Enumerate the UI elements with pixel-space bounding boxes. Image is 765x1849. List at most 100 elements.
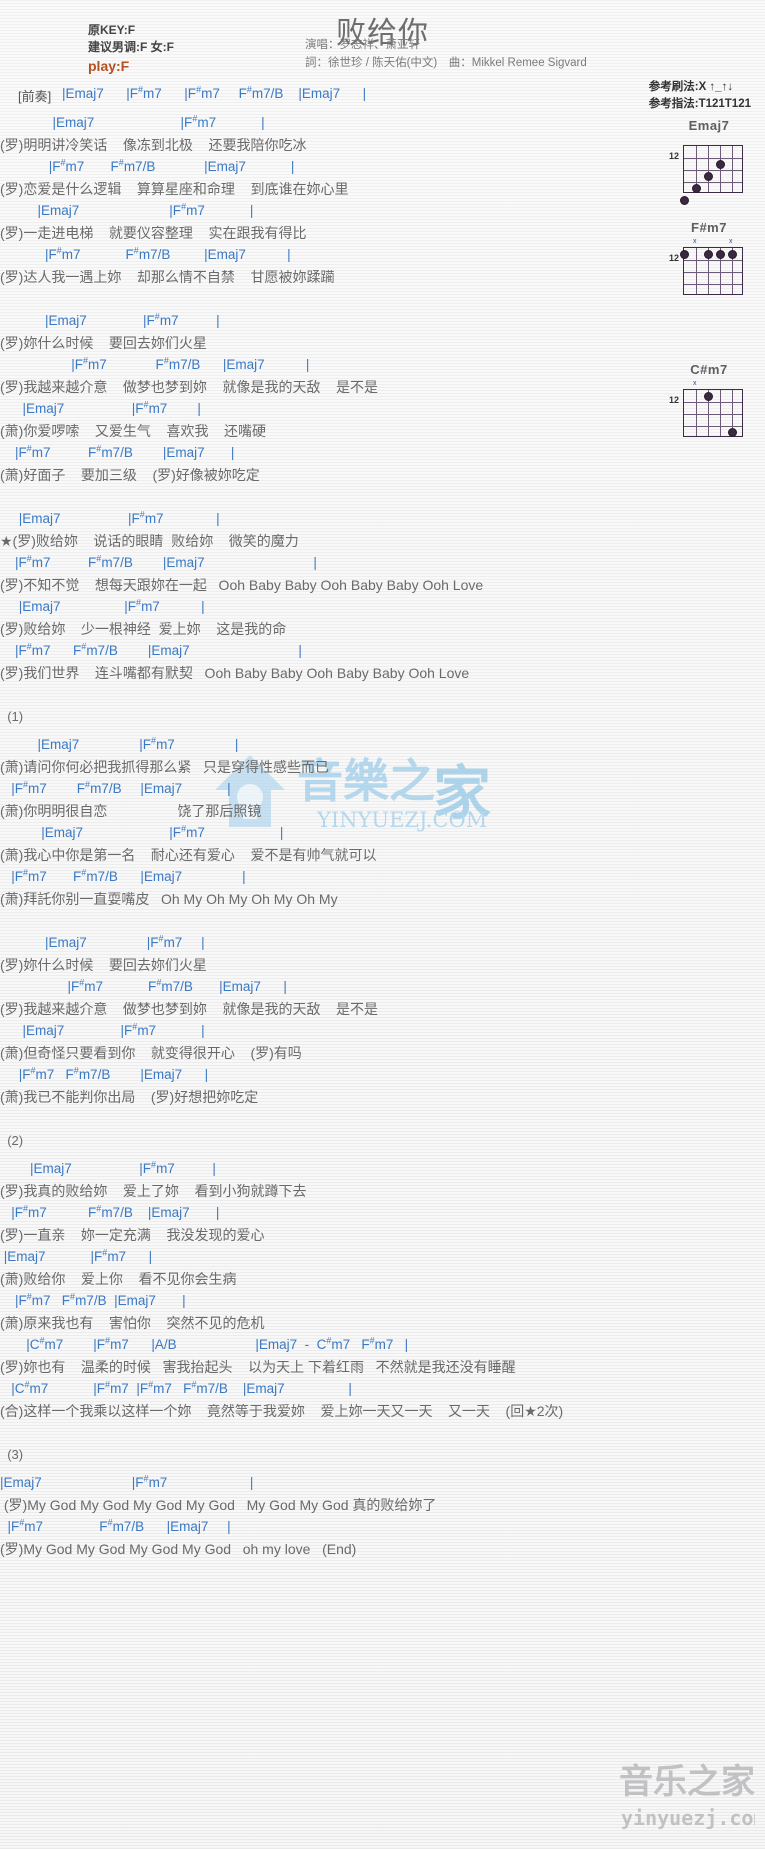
lyric-line: (罗)我真的败给妳 爱上了妳 看到小狗就蹲下去: [0, 1183, 307, 1199]
lyric-line: (罗)My God My God My God My God oh my lov…: [0, 1541, 357, 1557]
singer-credit: 演唱：罗志祥、萧亚轩: [305, 39, 420, 51]
fret-number: 12: [669, 395, 680, 405]
fret-string-line: [720, 390, 721, 436]
lyric-line: (罗)我越来越介意 做梦也梦到妳 就像是我的天敌 是不是: [0, 1001, 378, 1017]
section-verse1: |Emaj7 |F#m7 | (罗)明明讲冷笑话 像冻到北极 还要我陪你吃冰 |F…: [0, 112, 765, 288]
finger-dot: [679, 195, 689, 205]
fret-bar-line: [684, 414, 742, 415]
chord-line: |Emaj7 |F#m7 |: [0, 201, 254, 218]
chord-line: |Emaj7 |F#m7 |: [0, 597, 205, 614]
play-key: play:F: [88, 58, 130, 74]
chord-line: |F#m7 F#m7/B |Emaj7 |: [0, 245, 291, 262]
lyric-line: (罗)达人我一遇上妳 却那么情不自禁 甘愿被妳蹂躏: [0, 269, 335, 285]
chord-line: |F#m7 F#m7/B |Emaj7 |: [0, 977, 287, 994]
lyric-line: (罗)一直亲 妳一定充满 我没发现的爱心: [0, 1227, 265, 1243]
fret-string-line: [696, 248, 697, 294]
chord-line: |F#m7 F#m7/B |Emaj7 |: [0, 779, 231, 796]
lyric-line: (罗)不知不觉 想每天跟妳在一起 Ooh Baby Baby Ooh Baby …: [0, 577, 484, 593]
strum-reference: 参考刷法:X ↑_↑↓: [648, 81, 734, 93]
lyric-line: (罗)妳什么时候 要回去妳们火星: [0, 957, 207, 973]
section-part1b: |Emaj7 |F#m7 | (罗)妳什么时候 要回去妳们火星 |F#m7 F#m…: [0, 932, 765, 1108]
chord-line: |C#m7 |F#m7 |F#m7 F#m7/B |Emaj7 |: [0, 1379, 352, 1396]
finger-dot: [727, 249, 737, 259]
fret-bar-line: [684, 426, 742, 427]
lyric-line: (罗)恋爱是什么逻辑 算算星座和命理 到底谁在妳心里: [0, 181, 349, 197]
finger-dot: [715, 249, 725, 259]
lyric-line: (罗)My God My God My God My God My God My…: [0, 1497, 437, 1513]
chord-line: |Emaj7 |F#m7 |: [0, 1159, 216, 1176]
chord-line: |F#m7 F#m7/B |Emaj7 |: [0, 641, 302, 658]
fret-bar-line: [684, 158, 742, 159]
lyric-line: (萧)你明明很自恋 饶了那后照镜: [0, 803, 262, 819]
lyric-line: (罗)一走进电梯 就要仪容整理 实在跟我有得比: [0, 225, 307, 241]
lyric-line: (萧)原来我也有 害怕你 突然不见的危机: [0, 1315, 265, 1331]
finger-dot: [679, 249, 689, 259]
muted-string-marks: xx: [683, 238, 743, 247]
fret-number: 12: [669, 151, 680, 161]
lyric-line: (萧)拜託你别一直耍嘴皮 Oh My Oh My Oh My Oh My: [0, 891, 338, 907]
lyric-line: ★(罗)败给妳 说话的眼睛 败给妳 微笑的魔力: [0, 533, 299, 549]
chord-diagram-Emaj7: Emaj7 12: [661, 118, 757, 205]
chord-line: |Emaj7 |F#m7 |: [0, 311, 220, 328]
section-marker: (1): [0, 709, 24, 724]
lyric-line: (萧)好面子 要加三级 (罗)好像被妳吃定: [0, 467, 260, 483]
section-part1: (1) |Emaj7 |F#m7 | (萧)请问你何必把我抓得那么紧 只是穿得性感…: [0, 706, 765, 910]
chord-fret-grid: [679, 247, 743, 295]
fret-number: 12: [669, 253, 680, 263]
finger-reference: 参考指法:T121T121: [648, 98, 751, 110]
chord-line: |F#m7 F#m7/B |Emaj7 |: [0, 1203, 220, 1220]
section-marker: (3): [0, 1447, 24, 1462]
lyric-line: (萧)你爱啰嗦 又爱生气 喜欢我 还嘴硬: [0, 423, 266, 439]
chord-line: |Emaj7 |F#m7 |: [0, 1021, 205, 1038]
section-part3: (3) |Emaj7 |F#m7 | (罗)My God My God My Go…: [0, 1444, 765, 1560]
chord-grid-wrapper: 12: [669, 137, 743, 205]
chord-line: |Emaj7 |F#m7 |: [0, 399, 201, 416]
chord-grid-wrapper: x x 12: [669, 238, 743, 295]
intro-label: [前奏]: [18, 89, 52, 104]
chord-diagram-name: C#m7: [690, 362, 728, 377]
chord-line: |F#m7 F#m7/B |Emaj7 |: [0, 443, 235, 460]
chord-line: |F#m7 F#m7/B |Emaj7 |: [0, 1517, 231, 1534]
fret-bar-line: [684, 260, 742, 261]
chord-diagram-name: F#m7: [691, 220, 727, 235]
fret-string-line: [696, 390, 697, 436]
finger-dot: [703, 249, 713, 259]
reference-block: 参考刷法:X ↑_↑↓ 参考指法:T121T121: [649, 79, 751, 113]
chord-diagram-panel: Emaj7 12 F#m7 x x 12 C#m7 x 12: [661, 118, 757, 443]
chord-line: |Emaj7 |F#m7 |: [0, 113, 265, 130]
section-part2: (2) |Emaj7 |F#m7 | (罗)我真的败给妳 爱上了妳 看到小狗就蹲下…: [0, 1130, 765, 1422]
chord-line: |F#m7 F#m7/B |Emaj7 |: [0, 1291, 186, 1308]
finger-dot: [703, 391, 713, 401]
chord-line: |Emaj7 |F#m7 |: [0, 1247, 153, 1264]
chord-diagram-Csharpm7: C#m7 x 12: [661, 362, 757, 437]
section-verse2: |Emaj7 |F#m7 | (罗)妳什么时候 要回去妳们火星 |F#m7 F#m…: [0, 310, 765, 486]
lyric-line: (罗)败给妳 少一根神经 爱上妳 这是我的命: [0, 621, 287, 637]
fret-string-line: [708, 146, 709, 192]
chord-line: |F#m7 F#m7/B |Emaj7 |: [0, 157, 295, 174]
lyric-line: (罗)我越来越介意 做梦也梦到妳 就像是我的天敌 是不是: [0, 379, 378, 395]
fret-string-line: [732, 146, 733, 192]
lyric-line: (萧)败给你 爱上你 看不见你会生病: [0, 1271, 237, 1287]
fret-bar-line: [684, 402, 742, 403]
fret-bar-line: [684, 272, 742, 273]
chord-line: |F#m7 F#m7/B |Emaj7 |: [0, 553, 317, 570]
chord-line: |F#m7 F#m7/B |Emaj7 |: [0, 1065, 209, 1082]
chord-fret-grid: [683, 389, 743, 437]
chord-line: |Emaj7 |F#m7 |: [0, 1473, 254, 1490]
lyric-line: (萧)我心中你是第一名 耐心还有爱心 爱不是有帅气就可以: [0, 847, 377, 863]
chord-line: |C#m7 |F#m7 |A/B |Emaj7 - C#m7 F#m7 |: [0, 1335, 409, 1352]
section-chorus: |Emaj7 |F#m7 | ★(罗)败给妳 说话的眼睛 败给妳 微笑的魔力 |F…: [0, 508, 765, 684]
chord-grid-wrapper: x 12: [669, 380, 743, 437]
chord-line: |Emaj7 |F#m7 |: [0, 933, 205, 950]
lyric-line: (罗)我们世界 连斗嘴都有默契 Ooh Baby Baby Ooh Baby B…: [0, 665, 470, 681]
sheet-header: 原KEY:F 建议男调:F 女:F play:F 败给你 演唱：罗志祥、萧亚轩 …: [0, 0, 765, 78]
finger-dot: [703, 171, 713, 181]
lyric-line: (萧)请问你何必把我抓得那么紧 只是穿得性感些而已: [0, 759, 329, 775]
lyric-line: (罗)明明讲冷笑话 像冻到北极 还要我陪你吃冰: [0, 137, 307, 153]
